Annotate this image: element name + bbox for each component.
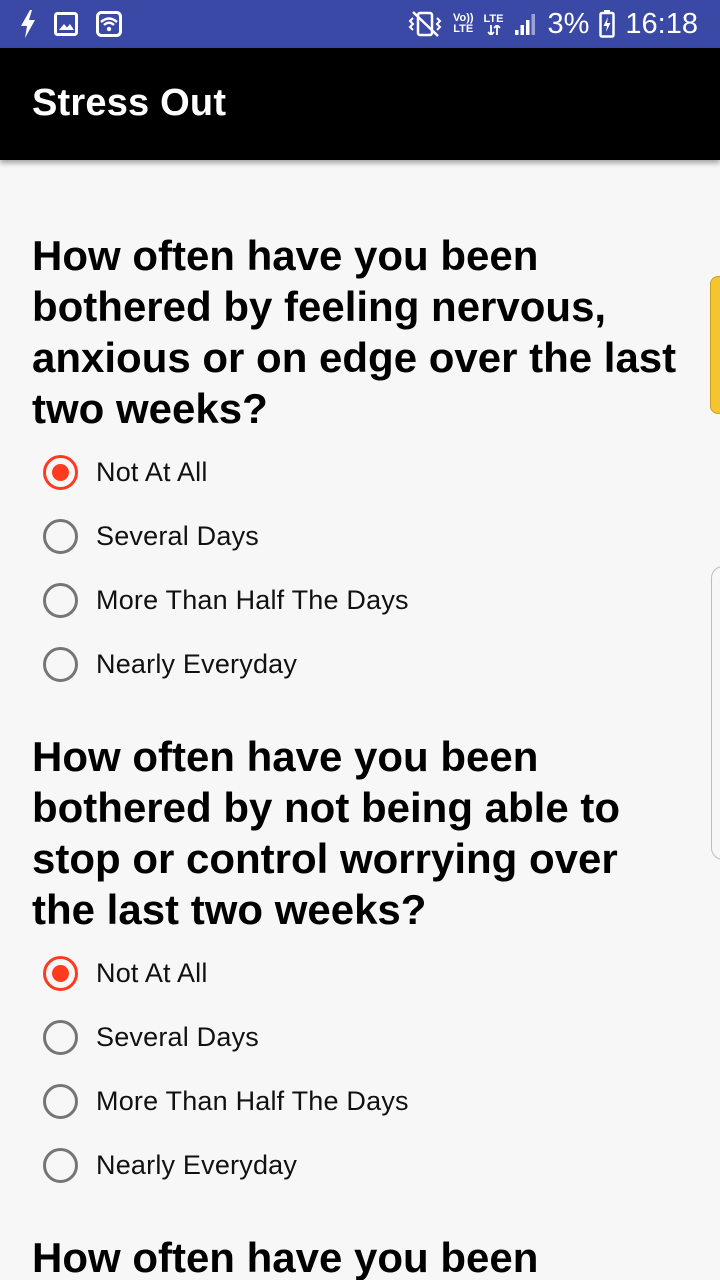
option-label: Not At All — [96, 456, 208, 487]
volte-icon: Vo)) LTE — [453, 13, 474, 35]
option-label: More Than Half The Days — [96, 584, 409, 615]
question-2: How often have you been bothered by not … — [32, 731, 692, 1197]
question-3: How often have you been — [32, 1232, 692, 1280]
question-2-option-more-than-half[interactable]: More Than Half The Days — [32, 1069, 692, 1133]
vibrate-icon — [407, 10, 443, 38]
option-label: Nearly Everyday — [96, 1149, 298, 1180]
question-1-option-more-than-half[interactable]: More Than Half The Days — [32, 568, 692, 632]
question-1: How often have you been bothered by feel… — [32, 230, 692, 696]
status-left-icons — [20, 8, 122, 40]
option-label: Nearly Everyday — [96, 648, 298, 679]
radio-button-checked[interactable] — [43, 454, 78, 490]
question-2-option-several-days[interactable]: Several Days — [32, 1005, 692, 1069]
radio-button[interactable] — [43, 1147, 78, 1183]
question-2-option-not-at-all[interactable]: Not At All — [32, 941, 692, 1005]
option-label: Several Days — [96, 1021, 259, 1052]
radio-button[interactable] — [43, 582, 78, 618]
question-1-option-nearly-everyday[interactable]: Nearly Everyday — [32, 632, 692, 696]
wifi-icon — [96, 11, 122, 37]
question-1-text: How often have you been bothered by feel… — [32, 232, 677, 432]
option-label: More Than Half The Days — [96, 1085, 409, 1116]
status-right-icons: Vo)) LTE LTE 3% 16:18 — [407, 0, 698, 48]
question-1-option-not-at-all[interactable]: Not At All — [32, 440, 692, 504]
option-label: Several Days — [96, 520, 259, 551]
lte-label: LTE — [483, 12, 504, 25]
question-1-options: Not At All Several Days More Than Half T… — [32, 440, 692, 696]
image-icon — [54, 12, 78, 36]
battery-percent: 3% — [547, 8, 590, 40]
radio-button[interactable] — [43, 1083, 78, 1119]
signal-icon — [514, 12, 538, 36]
edge-screen-outline — [711, 566, 720, 860]
volte-label-bottom: LTE — [453, 23, 474, 35]
question-1-option-several-days[interactable]: Several Days — [32, 504, 692, 568]
battery-charging-icon — [599, 10, 616, 38]
clock: 16:18 — [625, 8, 698, 40]
question-3-text: How often have you been — [32, 1234, 539, 1280]
lte-data-icon: LTE — [483, 12, 504, 35]
flash-icon — [20, 10, 36, 38]
questionnaire-content[interactable]: How often have you been bothered by feel… — [0, 160, 720, 1280]
radio-button[interactable] — [43, 1019, 78, 1055]
app-title: Stress Out — [32, 82, 227, 124]
option-label: Not At All — [96, 957, 208, 988]
question-2-text: How often have you been bothered by not … — [32, 733, 620, 933]
question-2-options: Not At All Several Days More Than Half T… — [32, 941, 692, 1197]
radio-button-checked[interactable] — [43, 955, 78, 991]
edge-panel-handle[interactable] — [710, 276, 720, 414]
radio-button[interactable] — [43, 646, 78, 682]
question-2-option-nearly-everyday[interactable]: Nearly Everyday — [32, 1133, 692, 1197]
app-bar: Stress Out — [0, 48, 720, 160]
status-bar: Vo)) LTE LTE 3% 16:18 — [0, 0, 720, 48]
radio-button[interactable] — [43, 518, 78, 554]
